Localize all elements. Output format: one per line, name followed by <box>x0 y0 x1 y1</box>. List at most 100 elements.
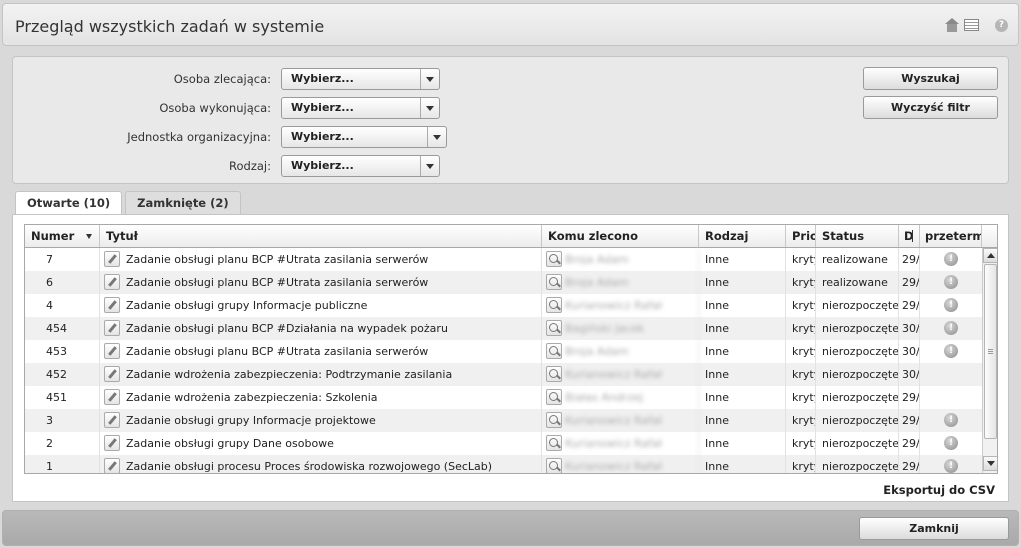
cell-number: 453 <box>25 340 100 363</box>
magnifier-icon[interactable] <box>546 412 562 428</box>
export-csv-link[interactable]: Eksportuj do CSV <box>883 483 995 497</box>
type-select[interactable]: Wybierz... <box>281 155 440 177</box>
pencil-edit-icon[interactable] <box>104 320 120 336</box>
magnifier-icon[interactable] <box>546 366 562 382</box>
cell-type: Inne <box>699 455 786 473</box>
cell-type: Inne <box>699 248 786 271</box>
magnifier-icon[interactable] <box>546 297 562 313</box>
cell-assignee: Kurianowicz Rafał <box>542 432 699 455</box>
help-icon[interactable]: ? <box>995 18 1008 32</box>
cell-priority: krytyczny <box>786 432 816 455</box>
overdue-alert-icon: ! <box>944 344 958 358</box>
column-header-assignee[interactable]: Komu zlecono <box>542 225 699 247</box>
cell-assignee: Kurianowicz Rafał <box>542 409 699 432</box>
cell-number: 3 <box>25 409 100 432</box>
cell-assignee: Broja Adam <box>542 340 699 363</box>
cell-type: Inne <box>699 294 786 317</box>
table-row[interactable]: 452 Zadanie wdrożenia zabezpieczenia: Pod… <box>25 363 982 386</box>
table-row[interactable]: 4 Zadanie obsługi grupy Informacje public… <box>25 294 982 317</box>
column-header-label: Numer <box>31 229 75 243</box>
pencil-edit-icon[interactable] <box>104 297 120 313</box>
vertical-scrollbar[interactable] <box>982 248 997 473</box>
table-row[interactable]: 6 Zadanie obsługi planu BCP #Utrata zasil… <box>25 271 982 294</box>
table-row[interactable]: 454 Zadanie obsługi planu BCP #Działania … <box>25 317 982 340</box>
cell-priority: krytyczny <box>786 455 816 473</box>
close-button[interactable]: Zamknij <box>859 517 1009 540</box>
scroll-down-icon[interactable] <box>983 456 997 471</box>
magnifier-icon[interactable] <box>546 320 562 336</box>
pencil-edit-icon[interactable] <box>104 389 120 405</box>
cell-priority: krytyczny <box>786 248 816 271</box>
magnifier-icon[interactable] <box>546 389 562 405</box>
table-row[interactable]: 3 Zadanie obsługi grupy Informacje projek… <box>25 409 982 432</box>
column-header-status[interactable]: Status <box>816 225 899 247</box>
tab-open[interactable]: Otwarte (10) <box>15 191 123 216</box>
cell-number: 451 <box>25 386 100 409</box>
table-row[interactable]: 7 Zadanie obsługi planu BCP #Utrata zasil… <box>25 248 982 271</box>
pencil-edit-icon[interactable] <box>104 274 120 290</box>
executing-person-select[interactable]: Wybierz... <box>281 97 440 119</box>
cell-priority: krytyczny <box>786 409 816 432</box>
clear-filter-button[interactable]: Wyczyść filtr <box>863 96 998 119</box>
cell-date: 29/ <box>899 386 920 409</box>
overdue-alert-icon: ! <box>944 275 958 289</box>
overdue-alert-icon: ! <box>944 436 958 450</box>
chevron-down-icon <box>420 98 439 118</box>
column-header-number[interactable]: Numer <box>25 225 100 247</box>
magnifier-icon[interactable] <box>546 458 562 473</box>
cell-assignee: Kurianowicz Rafał <box>542 455 699 473</box>
cell-priority: krytyczny <box>786 294 816 317</box>
cell-title: Zadanie obsługi planu BCP #Utrata zasila… <box>100 271 542 294</box>
ordering-person-select[interactable]: Wybierz... <box>281 68 440 90</box>
column-header-title[interactable]: Tytuł <box>100 225 542 247</box>
magnifier-icon[interactable] <box>546 435 562 451</box>
cell-number: 454 <box>25 317 100 340</box>
cell-number: 452 <box>25 363 100 386</box>
table-row[interactable]: 453 Zadanie obsługi planu BCP #Utrata zas… <box>25 340 982 363</box>
column-header-overdue[interactable]: przeterm <box>920 225 982 247</box>
column-header-priority[interactable]: Prio <box>786 225 816 247</box>
list-icon[interactable] <box>964 19 979 31</box>
table-row[interactable]: 1 Zadanie obsługi procesu Proces środowis… <box>25 455 982 473</box>
scroll-thumb[interactable] <box>984 264 997 439</box>
sort-down-icon <box>86 234 92 239</box>
magnifier-icon[interactable] <box>546 251 562 267</box>
pencil-edit-icon[interactable] <box>104 343 120 359</box>
filter-panel: Osoba zlecająca: Wybierz... Osoba wykonu… <box>12 56 1009 184</box>
org-unit-select[interactable]: Wybierz... <box>281 126 447 148</box>
tab-closed[interactable]: Zamknięte (2) <box>125 191 241 215</box>
pencil-edit-icon[interactable] <box>104 366 120 382</box>
column-header-type[interactable]: Rodzaj <box>699 225 786 247</box>
pencil-edit-icon[interactable] <box>104 458 120 473</box>
cell-title: Zadanie obsługi planu BCP #Działania na … <box>100 317 542 340</box>
scroll-up-icon[interactable] <box>983 248 997 263</box>
footer-bar: Zamknij <box>2 510 1019 546</box>
cell-title: Zadanie wdrożenia zabezpieczenia: Szkole… <box>100 386 542 409</box>
cell-date: 30/ <box>899 363 920 386</box>
pencil-edit-icon[interactable] <box>104 435 120 451</box>
title-bar: Przegląd wszystkich zadań w systemie ? <box>2 3 1019 46</box>
home-icon[interactable] <box>944 18 960 32</box>
tab-content: Numer Tytuł Komu zlecono Rodzaj Prio Sta… <box>12 214 1009 502</box>
select-value: Wybierz... <box>291 72 354 85</box>
cell-assignee: Kurianowicz Rafał <box>542 294 699 317</box>
magnifier-icon[interactable] <box>546 274 562 290</box>
overdue-alert-icon: ! <box>944 459 958 473</box>
magnifier-icon[interactable] <box>546 343 562 359</box>
cell-number: 2 <box>25 432 100 455</box>
search-button[interactable]: Wyszukaj <box>863 67 998 90</box>
column-resize-icon[interactable] <box>912 230 919 242</box>
pencil-edit-icon[interactable] <box>104 412 120 428</box>
table-row[interactable]: 451 Zadanie wdrożenia zabezpieczenia: Szk… <box>25 386 982 409</box>
cell-status: realizowane <box>816 271 899 294</box>
table-row[interactable]: 2 Zadanie obsługi grupy Dane osobowe Kuria… <box>25 432 982 455</box>
column-header-date[interactable]: D <box>899 225 920 247</box>
cell-title: Zadanie wdrożenia zabezpieczenia: Podtrz… <box>100 363 542 386</box>
cell-date: 29/ <box>899 432 920 455</box>
cell-assignee: Broja Adam <box>542 271 699 294</box>
cell-assignee: Broja Adam <box>542 248 699 271</box>
cell-date: 29/ <box>899 294 920 317</box>
cell-priority: krytyczny <box>786 363 816 386</box>
pencil-edit-icon[interactable] <box>104 251 120 267</box>
cell-priority: krytyczny <box>786 386 816 409</box>
